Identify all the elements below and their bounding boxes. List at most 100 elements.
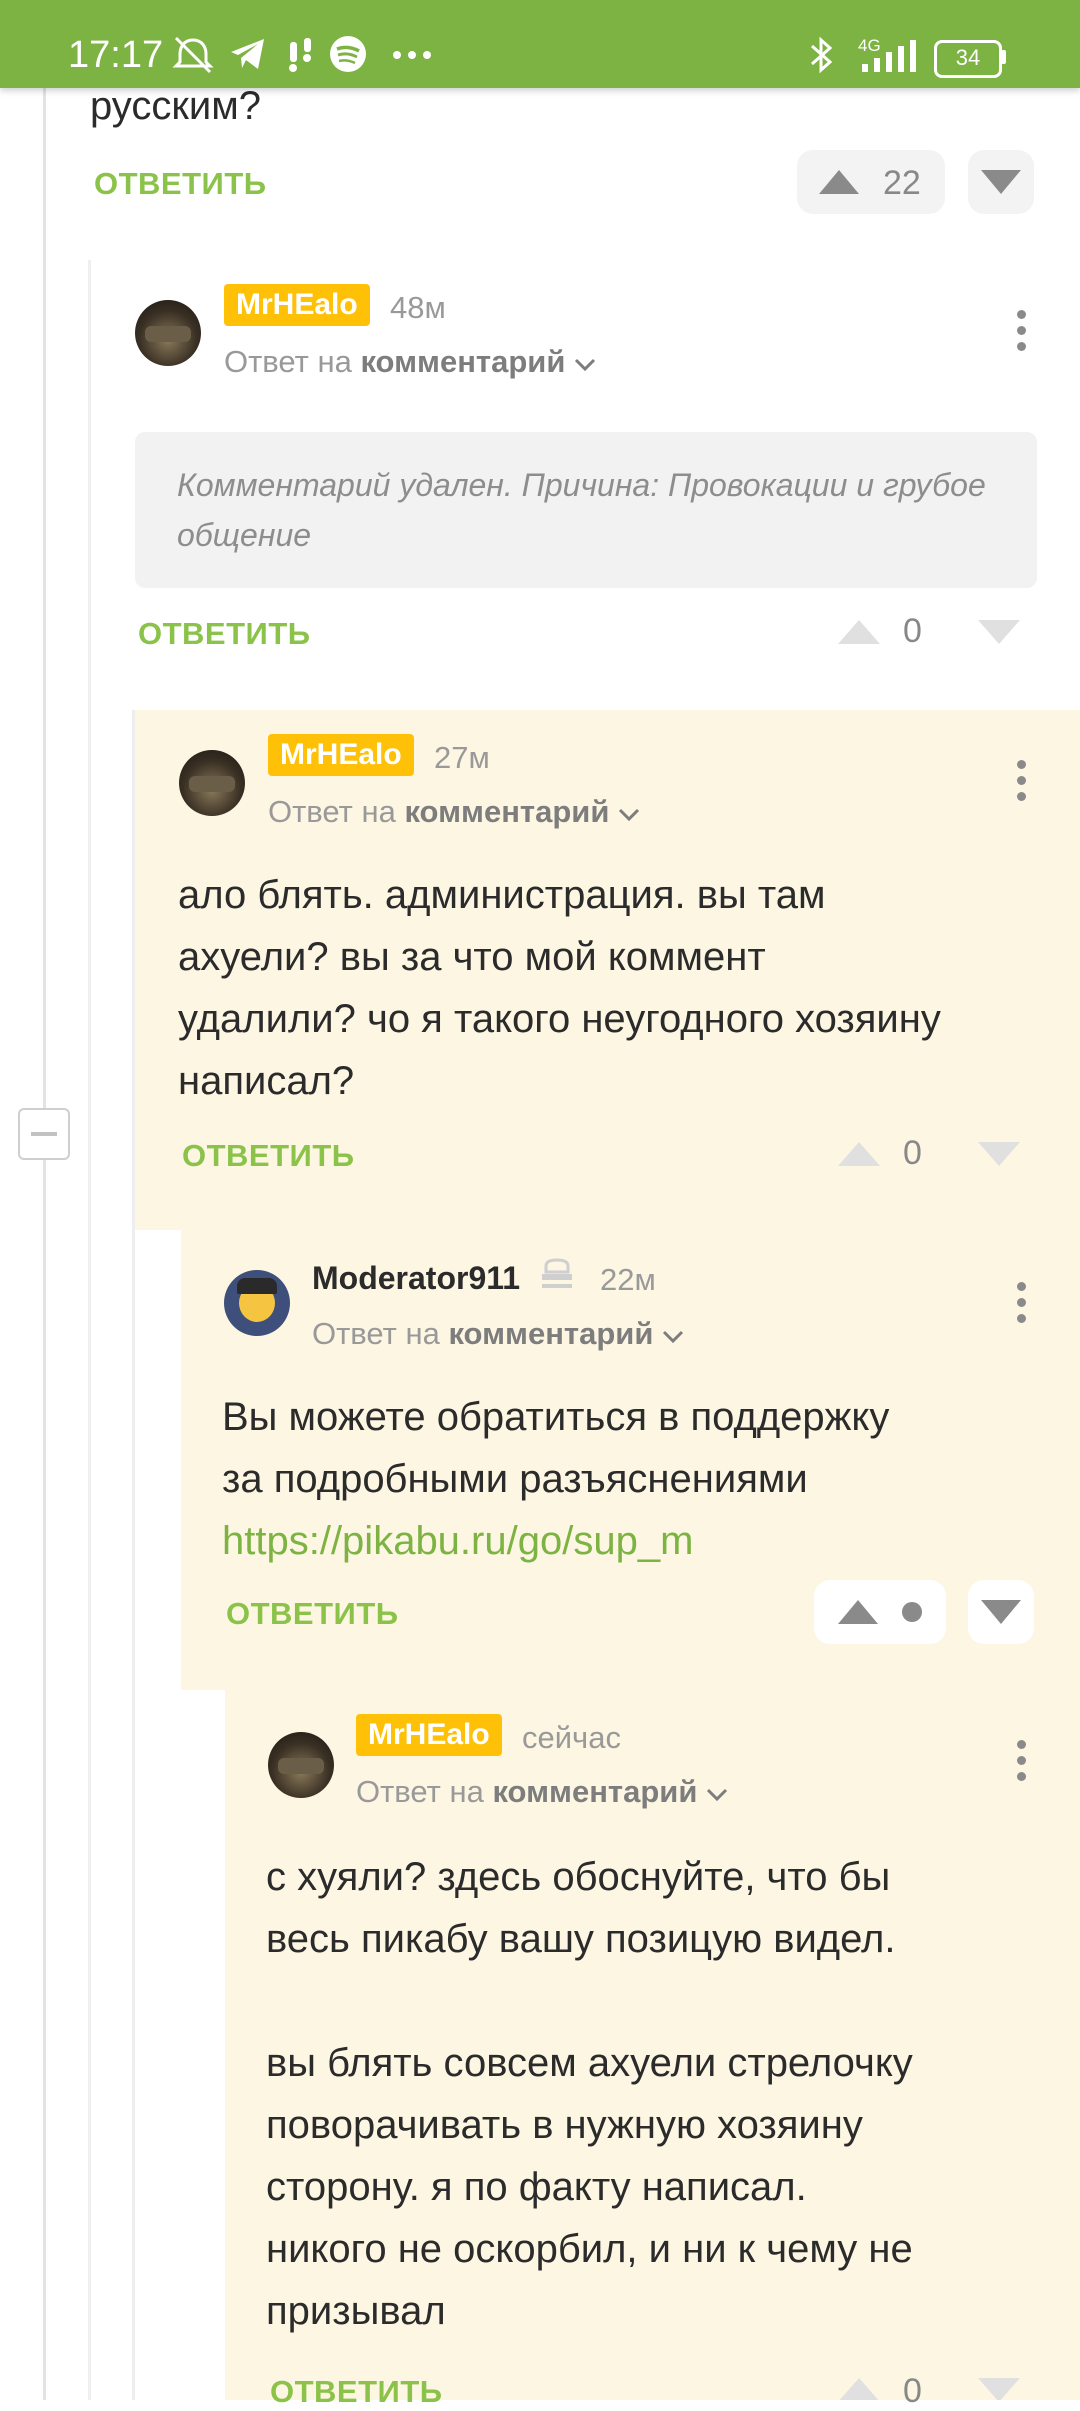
battery-tip — [1001, 50, 1006, 64]
reply-to-prefix: Ответ на — [268, 794, 396, 829]
chevron-down-icon[interactable] — [706, 1788, 728, 1802]
username[interactable]: MrHEalo — [356, 1714, 502, 1756]
support-link[interactable]: https://pikabu.ru/go/sup_m — [222, 1510, 1058, 1572]
reply-button[interactable]: ОТВЕТИТЬ — [138, 616, 311, 652]
comment-time: сейчас — [522, 1720, 621, 1755]
avatar-hat — [237, 1278, 277, 1294]
comment-line: с хуяли? здесь обоснуйте, что бы — [266, 1855, 891, 1899]
muted-bell-icon — [172, 36, 214, 74]
downvote-icon[interactable] — [978, 2378, 1020, 2400]
chevron-down-icon[interactable] — [662, 1330, 684, 1344]
vote-count: 0 — [903, 2372, 922, 2410]
reply-to-link[interactable]: комментарий — [404, 794, 609, 829]
reply-to-link[interactable]: комментарий — [492, 1774, 697, 1809]
comment-line: за подробными разъяснениями — [222, 1457, 808, 1501]
reply-button[interactable]: ОТВЕТИТЬ — [226, 1596, 399, 1632]
upvote-icon[interactable] — [838, 1142, 880, 1166]
bluetooth-icon — [811, 36, 833, 74]
thread-line — [132, 710, 135, 2400]
comment-time: 22м — [600, 1262, 656, 1297]
thread-line — [43, 88, 46, 2400]
comment-line: ахуели? вы за что мой коммент — [178, 935, 766, 979]
avatar-image — [145, 326, 191, 342]
avatar[interactable] — [135, 300, 201, 366]
comment-body: Вы можете обратиться в поддержку за подр… — [222, 1386, 1058, 1572]
downvote-box — [968, 1580, 1034, 1644]
battery-level: 34 — [955, 45, 981, 70]
more-menu-icon[interactable] — [1017, 310, 1029, 358]
reply-to-link[interactable]: комментарий — [448, 1316, 653, 1351]
reply-to-prefix: Ответ на — [356, 1774, 484, 1809]
telegram-icon — [231, 39, 264, 69]
reply-button[interactable]: ОТВЕТИТЬ — [270, 2374, 443, 2410]
comment-body: ало блять. администрация. вы там ахуели?… — [178, 864, 1058, 1112]
comment-time: 48м — [390, 290, 446, 325]
vote-count: 22 — [883, 164, 921, 202]
vote-count: 0 — [903, 612, 922, 650]
comment-line: никого не оскорбил, и ни к чему не — [266, 2227, 913, 2271]
reply-button[interactable]: ОТВЕТИТЬ — [182, 1138, 355, 1174]
downvote-box — [968, 150, 1034, 214]
upvote-icon[interactable] — [838, 1600, 878, 1624]
vote-box: 22 — [797, 150, 945, 214]
avatar[interactable] — [179, 750, 245, 816]
collapse-thread-button[interactable] — [18, 1108, 70, 1160]
username[interactable]: Moderator911 — [312, 1260, 520, 1297]
upvote-icon[interactable] — [838, 2378, 880, 2400]
chevron-down-icon[interactable] — [574, 358, 596, 372]
reply-to-prefix: Ответ на — [312, 1316, 440, 1351]
more-dots-icon — [393, 51, 431, 59]
downvote-icon[interactable] — [981, 1600, 1021, 1624]
avatar-image — [189, 776, 235, 792]
spotify-icon — [330, 36, 366, 72]
thread-line — [222, 1690, 225, 2400]
comment-line — [266, 1970, 1066, 2032]
avatar-image — [278, 1758, 324, 1774]
comment-line: вы блять совсем ахуели стрелочку — [266, 2041, 913, 2085]
comment-line: написал? — [178, 1059, 355, 1103]
vote-hidden-dot — [902, 1602, 922, 1622]
thread-line — [88, 260, 91, 2400]
reply-to-prefix: Ответ на — [224, 344, 352, 379]
vote-box — [814, 1580, 946, 1644]
username[interactable]: MrHEalo — [224, 284, 370, 326]
status-bar: 17:17 4G 34 — [0, 0, 1080, 88]
comment-line: весь пикабу вашу позицую видел. — [266, 1917, 896, 1961]
more-menu-icon[interactable] — [1017, 1740, 1029, 1788]
moderator-badge-icon — [542, 1258, 572, 1288]
comment-line: поворачивать в нужную хозяину — [266, 2103, 863, 2147]
minus-icon — [31, 1132, 57, 1136]
thread-line — [178, 1230, 181, 2400]
reply-to-line: Ответ на комментарий — [224, 344, 596, 380]
comment-line: ало блять. администрация. вы там — [178, 873, 826, 917]
notification-icon — [289, 38, 311, 72]
deleted-comment-text: Комментарий удален. Причина: Провокации … — [177, 467, 986, 553]
comment-line: удалили? чо я такого неугодного хозяину — [178, 997, 941, 1041]
more-menu-icon[interactable] — [1017, 760, 1029, 808]
status-time: 17:17 — [68, 34, 164, 76]
comment-body: с хуяли? здесь обоснуйте, что бы весь пи… — [266, 1846, 1066, 2342]
vote-count: 0 — [903, 1134, 922, 1172]
comment-text: русским? — [90, 84, 261, 128]
reply-to-line: Ответ на комментарий — [356, 1774, 728, 1810]
deleted-comment-box: Комментарий удален. Причина: Провокации … — [135, 432, 1037, 588]
reply-to-link[interactable]: комментарий — [360, 344, 565, 379]
battery-icon: 34 — [934, 40, 1002, 78]
comment-line: Вы можете обратиться в поддержку — [222, 1395, 890, 1439]
username[interactable]: MrHEalo — [268, 734, 414, 776]
downvote-icon[interactable] — [978, 1142, 1020, 1166]
comment-line: призывал — [266, 2289, 446, 2333]
downvote-icon[interactable] — [981, 170, 1021, 194]
reply-button[interactable]: ОТВЕТИТЬ — [94, 166, 267, 202]
chevron-down-icon[interactable] — [618, 808, 640, 822]
avatar[interactable] — [224, 1270, 290, 1336]
signal-icon — [862, 40, 916, 72]
reply-to-line: Ответ на комментарий — [268, 794, 640, 830]
reply-to-line: Ответ на комментарий — [312, 1316, 684, 1352]
downvote-icon[interactable] — [978, 620, 1020, 644]
avatar[interactable] — [268, 1732, 334, 1798]
comment-time: 27м — [434, 740, 490, 775]
upvote-icon[interactable] — [838, 620, 880, 644]
more-menu-icon[interactable] — [1017, 1282, 1029, 1330]
upvote-icon[interactable] — [819, 170, 859, 194]
